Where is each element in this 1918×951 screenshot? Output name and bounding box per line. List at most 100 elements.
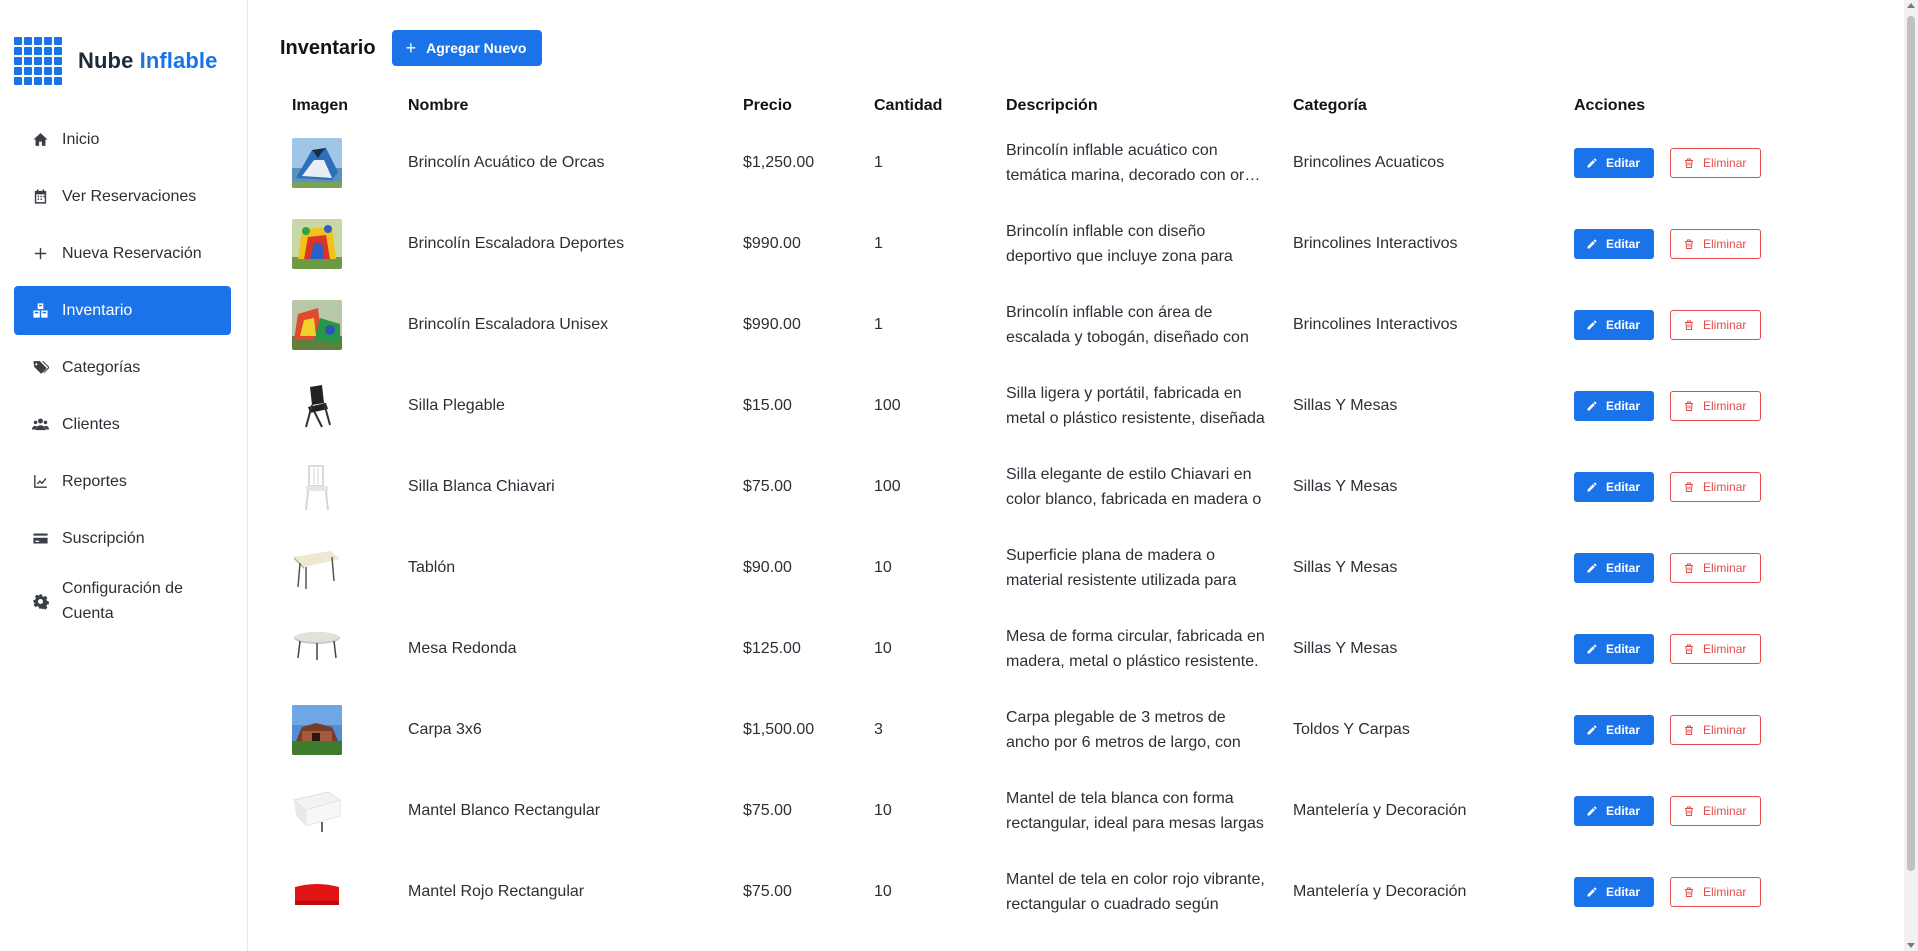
edit-button[interactable]: Editar (1574, 552, 1655, 583)
delete-label: Eliminar (1703, 317, 1747, 332)
edit-icon (1586, 643, 1606, 655)
description-line-1: Mantel de tela en color rojo vibrante, (1006, 870, 1265, 888)
scroll-down-arrow-icon[interactable] (1907, 943, 1915, 948)
description-line-2: color blanco, fabricada en madera o (1006, 490, 1262, 508)
trash-icon (1683, 157, 1703, 169)
scrollbar[interactable] (1904, 0, 1918, 951)
edit-label: Editar (1606, 803, 1641, 818)
delete-button[interactable]: Eliminar (1670, 390, 1762, 421)
delete-button[interactable]: Eliminar (1670, 795, 1762, 826)
cell-category: Sillas Y Mesas (1293, 639, 1398, 657)
delete-button[interactable]: Eliminar (1670, 876, 1762, 907)
cell-quantity: 1 (874, 315, 883, 333)
sidebar-nav: Inicio Ver Reservaciones Nueva Reservaci… (14, 115, 231, 639)
sidebar-item-label: Ver Reservaciones (62, 188, 197, 205)
cell-image (280, 365, 396, 446)
cell-quantity: 100 (874, 477, 901, 495)
delete-button[interactable]: Eliminar (1670, 228, 1762, 259)
boxes-icon (30, 301, 50, 321)
delete-button[interactable]: Eliminar (1670, 552, 1762, 583)
cell-actions: Editar Eliminar (1562, 203, 1820, 284)
delete-button[interactable]: Eliminar (1670, 633, 1762, 664)
edit-button[interactable]: Editar (1574, 471, 1655, 502)
column-header-acciones: Acciones (1574, 97, 1646, 114)
scroll-up-arrow-icon[interactable] (1907, 3, 1915, 8)
description-line-1: Carpa plegable de 3 metros de (1006, 708, 1226, 726)
cell-description: Mesa de forma circular, fabricada en made… (994, 608, 1281, 689)
tent-image (292, 704, 342, 755)
add-new-button[interactable]: + Agregar Nuevo (391, 30, 543, 66)
folding-chair-image (292, 380, 342, 431)
cell-category: Brincolines Acuaticos (1293, 153, 1445, 171)
table-row: Tablón $90.00 10 Superficie plana de madera… (280, 527, 1820, 608)
cell-image (280, 284, 396, 365)
cell-price: $1,500.00 (743, 720, 815, 738)
cell-price: $90.00 (743, 558, 792, 576)
edit-button[interactable]: Editar (1574, 390, 1655, 421)
description-line-1: Brincolín inflable acuático con (1006, 141, 1218, 159)
brand-name: Nube Inflable (78, 48, 217, 74)
sidebar-item-categorias[interactable]: Categorías (14, 343, 231, 392)
edit-button[interactable]: Editar (1574, 714, 1655, 745)
sidebar-item-reportes[interactable]: Reportes (14, 457, 231, 506)
edit-button[interactable]: Editar (1574, 147, 1655, 178)
plus-icon (30, 244, 50, 264)
table-row: Silla Blanca Chiavari $75.00 100 Silla eleg… (280, 446, 1820, 527)
column-header-precio[interactable]: Precio (731, 92, 862, 122)
edit-button[interactable]: Editar (1574, 795, 1655, 826)
delete-button[interactable]: Eliminar (1670, 309, 1762, 340)
cell-price: $15.00 (743, 396, 792, 414)
edit-button[interactable]: Editar (1574, 633, 1655, 664)
sidebar-item-inicio[interactable]: Inicio (14, 115, 231, 164)
column-header-nombre[interactable]: Nombre (396, 92, 731, 122)
cell-actions: Editar Eliminar (1562, 365, 1820, 446)
scroll-thumb[interactable] (1907, 16, 1915, 871)
sidebar-item-configuracion[interactable]: Configuración de Cuenta (14, 571, 231, 631)
cell-actions: Editar Eliminar (1562, 608, 1820, 689)
delete-label: Eliminar (1703, 722, 1747, 737)
edit-label: Editar (1606, 317, 1641, 332)
delete-button[interactable]: Eliminar (1670, 147, 1762, 178)
description-line-1: Silla ligera y portátil, fabricada en (1006, 384, 1242, 402)
trash-icon (1683, 643, 1703, 655)
cell-quantity: 100 (874, 396, 901, 414)
cell-description: Brincolín inflable con diseño deportivo q… (994, 203, 1281, 284)
cell-category: Brincolines Interactivos (1293, 234, 1458, 252)
edit-button[interactable]: Editar (1574, 876, 1655, 907)
chart-line-icon (30, 472, 50, 492)
delete-button[interactable]: Eliminar (1670, 471, 1762, 502)
cell-image (280, 446, 396, 527)
edit-button[interactable]: Editar (1574, 228, 1655, 259)
folding-table-image (292, 542, 342, 593)
sidebar-item-ver-reservaciones[interactable]: Ver Reservaciones (14, 172, 231, 221)
table-header-row: Imagen Nombre Precio Cantidad Descripció… (280, 92, 1820, 122)
sidebar-item-inventario[interactable]: Inventario (14, 286, 231, 335)
sidebar-item-label: Inventario (62, 302, 133, 319)
column-header-cantidad[interactable]: Cantidad (862, 92, 994, 122)
cell-description: Mantel de tela blanca con forma rectangul… (994, 770, 1281, 851)
trash-icon (1683, 886, 1703, 898)
brand-logo[interactable]: Nube Inflable (14, 36, 217, 86)
credit-card-icon (30, 529, 50, 549)
table-row: Carpa 3x6 $1,500.00 3 Carpa plegable de 3 m… (280, 689, 1820, 770)
cell-category: Sillas Y Mesas (1293, 477, 1398, 495)
edit-label: Editar (1606, 479, 1641, 494)
description-line-1: Mantel de tela blanca con forma (1006, 789, 1234, 807)
trash-icon (1683, 562, 1703, 574)
cell-name: Silla Plegable (408, 396, 505, 414)
column-header-categoria[interactable]: Categoría (1281, 92, 1562, 122)
cell-actions: Editar Eliminar (1562, 446, 1820, 527)
description-line-2: escalada y tobogán, diseñado con (1006, 328, 1249, 346)
delete-button[interactable]: Eliminar (1670, 714, 1762, 745)
description-line-2: metal o plástico resistente, diseñada (1006, 409, 1265, 427)
description-line-2: madera, metal o plástico resistente. (1006, 652, 1259, 670)
edit-icon (1586, 562, 1606, 574)
description-line-2: material resistente utilizada para (1006, 571, 1237, 589)
sidebar-item-clientes[interactable]: Clientes (14, 400, 231, 449)
sidebar-item-nueva-reservacion[interactable]: Nueva Reservación (14, 229, 231, 278)
sidebar-item-suscripcion[interactable]: Suscripción (14, 514, 231, 563)
edit-button[interactable]: Editar (1574, 309, 1655, 340)
trash-icon (1683, 319, 1703, 331)
sidebar-item-label: Suscripción (62, 530, 145, 547)
edit-icon (1586, 319, 1606, 331)
